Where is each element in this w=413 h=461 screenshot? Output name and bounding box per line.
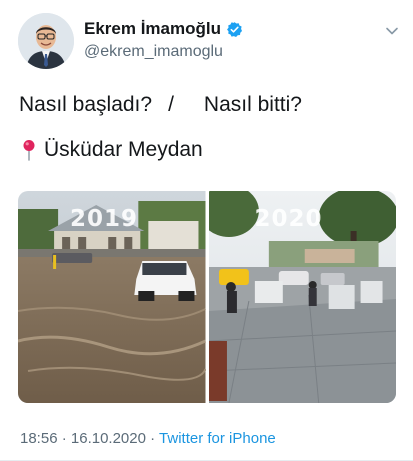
tweet-footer: 18:56 · 16.10.2020 · Twitter for iPhone (20, 430, 276, 447)
tweet-card: Ekrem İmamoğlu @ekrem_imamoglu Nasıl baş… (0, 0, 413, 461)
author-handle[interactable]: @ekrem_imamoglu (84, 43, 243, 61)
tweet-source-link[interactable]: Twitter for iPhone (159, 430, 276, 447)
tweet-text-part1: Nasıl başladı? (19, 93, 153, 116)
media-grid: 2019 2020 (18, 191, 396, 403)
location-text: Üsküdar Meydan (44, 138, 203, 161)
photo-right-clean-square[interactable]: 2020 (208, 191, 396, 403)
tweet-text-part2: Nasıl bitti? (203, 93, 302, 116)
photo-right-year-label: 2020 (254, 206, 323, 232)
footer-separator-2: · (145, 430, 160, 447)
name-row: Ekrem İmamoğlu (84, 19, 243, 39)
tweet-text-separator: / (168, 93, 174, 116)
verified-badge-icon (226, 21, 243, 38)
footer-separator-1: · (57, 430, 71, 447)
author-info: Ekrem İmamoğlu @ekrem_imamoglu (84, 19, 243, 61)
photo-left-year-label: 2019 (70, 206, 139, 232)
tweet-text-line2: Üsküdar Meydan (22, 138, 203, 162)
avatar[interactable] (18, 13, 74, 69)
tweet-text-line1: Nasıl başladı? / Nasıl bitti? (19, 93, 302, 117)
tweet-time[interactable]: 18:56 (20, 430, 58, 447)
chevron-down-icon[interactable] (385, 24, 399, 38)
photo-left-flooded-square[interactable]: 2019 (18, 191, 206, 403)
round-pushpin-icon (22, 139, 36, 161)
author-display-name[interactable]: Ekrem İmamoğlu (84, 19, 221, 39)
tweet-date[interactable]: 16.10.2020 (71, 430, 146, 447)
